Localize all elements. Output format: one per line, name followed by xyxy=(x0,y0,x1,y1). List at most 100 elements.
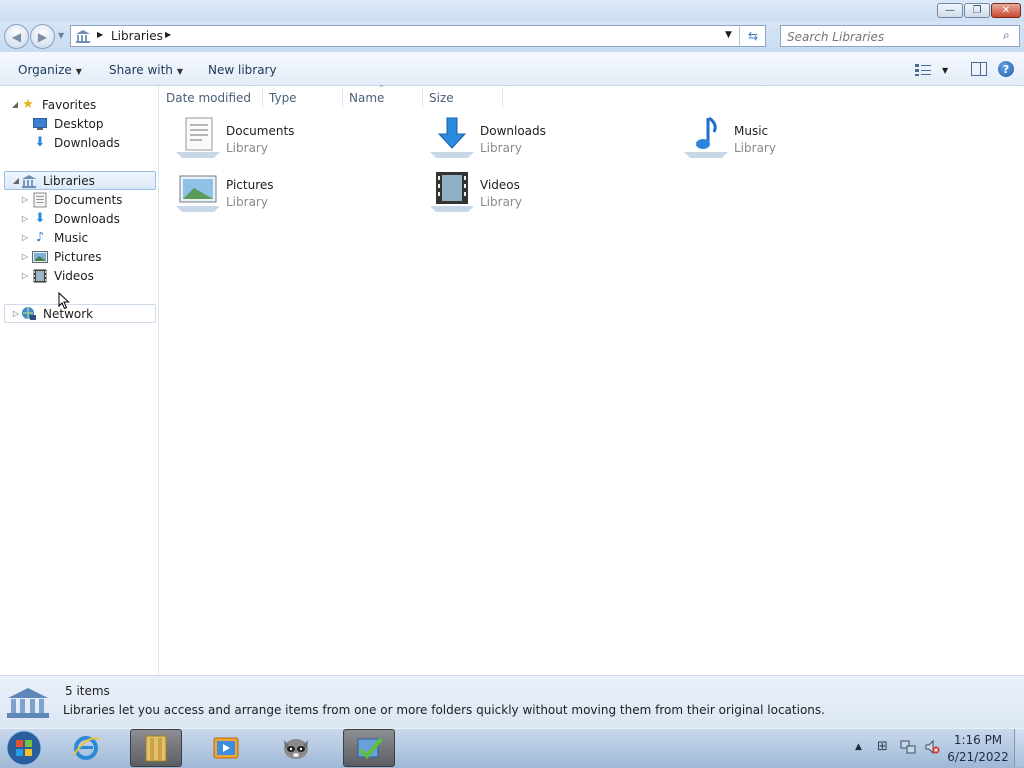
library-item-text: Music Library xyxy=(734,114,776,155)
library-item-name: Music xyxy=(734,124,769,138)
breadcrumb-separator-icon[interactable]: ▶ xyxy=(97,30,103,39)
column-header-size[interactable]: Size xyxy=(423,88,503,108)
recent-pages-icon[interactable]: ▼ xyxy=(58,31,64,40)
nav-item-label: Documents xyxy=(54,192,123,207)
nav-item-music[interactable]: ▷ ♪ Music xyxy=(0,228,159,247)
nav-libraries[interactable]: ◢ Libraries xyxy=(4,171,156,190)
expand-arrow-icon[interactable]: ▷ xyxy=(20,233,30,242)
close-icon: ✕ xyxy=(1001,5,1011,16)
raccoon-icon xyxy=(284,739,308,759)
download-arrow-icon: ⬇ xyxy=(34,211,46,226)
breadcrumb-libraries[interactable]: Libraries xyxy=(111,29,163,43)
forward-arrow-icon: ▶ xyxy=(37,29,48,44)
library-item-name: Documents xyxy=(226,124,295,138)
nav-item-downloads[interactable]: ⬇ Downloads xyxy=(0,133,159,152)
checkmark-app-icon xyxy=(357,737,383,759)
download-arrow-icon xyxy=(428,114,476,162)
show-desktop-button[interactable] xyxy=(1014,729,1024,767)
search-box[interactable]: ⌕ xyxy=(780,25,1020,47)
search-input[interactable] xyxy=(785,27,999,47)
mouse-cursor-icon xyxy=(58,292,70,310)
collapse-arrow-icon[interactable]: ◢ xyxy=(11,176,21,185)
expand-arrow-icon[interactable]: ▷ xyxy=(11,309,21,318)
forward-button[interactable]: ▶ xyxy=(30,24,55,49)
nav-item-label: Pictures xyxy=(54,249,102,264)
documents-icon xyxy=(32,192,48,208)
libraries-description: Libraries let you access and arrange ite… xyxy=(63,703,825,717)
share-with-button[interactable]: Share with ▼ xyxy=(109,63,183,77)
column-header-date-modified[interactable]: Date modified xyxy=(160,88,263,108)
nav-item-downloads-library[interactable]: ▷ ⬇ Downloads xyxy=(0,209,159,228)
clock-date[interactable]: 6/21/2022 xyxy=(946,750,1010,764)
organize-label: Organize xyxy=(18,63,72,77)
library-item-downloads[interactable]: Downloads Library xyxy=(428,114,668,164)
new-library-button[interactable]: New library xyxy=(208,63,277,77)
volume-muted-icon[interactable] xyxy=(924,739,940,755)
close-button[interactable]: ✕ xyxy=(991,3,1021,18)
taskbar-media-player[interactable] xyxy=(200,729,252,767)
music-note-icon: ♪ xyxy=(35,230,45,245)
taskbar-windows-explorer[interactable] xyxy=(130,729,182,767)
nav-item-desktop[interactable]: Desktop xyxy=(0,114,159,133)
refresh-button[interactable]: ⇆ xyxy=(739,26,766,46)
nav-item-pictures[interactable]: ▷ Pictures xyxy=(0,247,159,266)
library-item-kind: Library xyxy=(226,195,268,209)
library-item-videos[interactable]: Videos Library xyxy=(428,168,668,218)
library-item-text: Downloads Library xyxy=(480,114,546,155)
pictures-icon xyxy=(32,249,48,265)
library-item-kind: Library xyxy=(480,141,522,155)
star-icon: ★ xyxy=(22,97,34,112)
library-item-documents[interactable]: Documents Library xyxy=(174,114,414,164)
organize-button[interactable]: Organize ▼ xyxy=(18,63,82,77)
chevron-down-icon: ▼ xyxy=(176,67,184,76)
library-item-text: Pictures Library xyxy=(226,168,274,209)
minimize-button[interactable]: — xyxy=(937,3,963,18)
view-options-icon xyxy=(915,64,931,76)
taskbar-raccoon-app[interactable] xyxy=(270,729,322,767)
new-library-label: New library xyxy=(208,63,277,77)
library-item-pictures[interactable]: Pictures Library xyxy=(174,168,414,218)
preview-pane-button[interactable] xyxy=(971,62,987,76)
library-item-music[interactable]: Music Library xyxy=(682,114,922,164)
chevron-down-icon: ▼ xyxy=(75,67,82,76)
library-item-kind: Library xyxy=(480,195,522,209)
address-bar[interactable]: ▶ Libraries ▶ ▼ ⇆ xyxy=(70,25,766,47)
chevron-down-icon: ▼ xyxy=(942,65,949,75)
start-button[interactable] xyxy=(4,729,44,767)
back-button[interactable]: ◀ xyxy=(4,24,29,49)
libraries-icon xyxy=(21,173,37,189)
show-hidden-icons-icon[interactable]: ▲ xyxy=(855,742,862,752)
expand-arrow-icon[interactable]: ▷ xyxy=(20,214,30,223)
music-note-icon xyxy=(682,114,730,162)
column-header-type[interactable]: Type xyxy=(263,88,343,108)
taskbar-internet-explorer[interactable] xyxy=(60,729,112,767)
help-button[interactable]: ? xyxy=(998,61,1014,77)
library-item-text: Videos Library xyxy=(480,168,522,209)
tray-device-icon[interactable]: ⊞ xyxy=(877,739,888,754)
nav-network[interactable]: ▷ Network xyxy=(4,304,156,323)
nav-item-videos[interactable]: ▷ Videos xyxy=(0,266,159,285)
expand-arrow-icon[interactable]: ▷ xyxy=(20,271,30,280)
expand-arrow-icon[interactable]: ▷ xyxy=(20,195,30,204)
nav-favorites[interactable]: ◢ ★ Favorites xyxy=(0,95,159,114)
refresh-icon: ⇆ xyxy=(747,29,759,43)
expand-arrow-icon[interactable]: ▷ xyxy=(20,252,30,261)
library-item-kind: Library xyxy=(226,141,268,155)
search-icon[interactable]: ⌕ xyxy=(1003,28,1010,43)
breadcrumb-chevron-icon[interactable]: ▶ xyxy=(165,30,171,39)
library-item-name: Videos xyxy=(480,178,520,192)
address-dropdown-icon[interactable]: ▼ xyxy=(725,30,732,40)
maximize-button[interactable]: ❐ xyxy=(964,3,990,18)
collapse-arrow-icon[interactable]: ◢ xyxy=(10,100,20,109)
clock-time[interactable]: 1:16 PM xyxy=(948,733,1008,747)
change-view-button[interactable]: ▼ xyxy=(914,61,954,79)
title-bar xyxy=(0,0,1024,22)
download-arrow-icon: ⬇ xyxy=(34,135,46,150)
taskbar-active-app[interactable] xyxy=(343,729,395,767)
network-icon xyxy=(21,306,37,322)
network-tray-icon[interactable] xyxy=(900,739,916,755)
share-with-label: Share with xyxy=(109,63,173,77)
nav-item-documents[interactable]: ▷ Documents xyxy=(0,190,159,209)
library-item-text: Documents Library xyxy=(226,114,294,155)
sort-ascending-icon: ⌃ xyxy=(378,84,385,93)
